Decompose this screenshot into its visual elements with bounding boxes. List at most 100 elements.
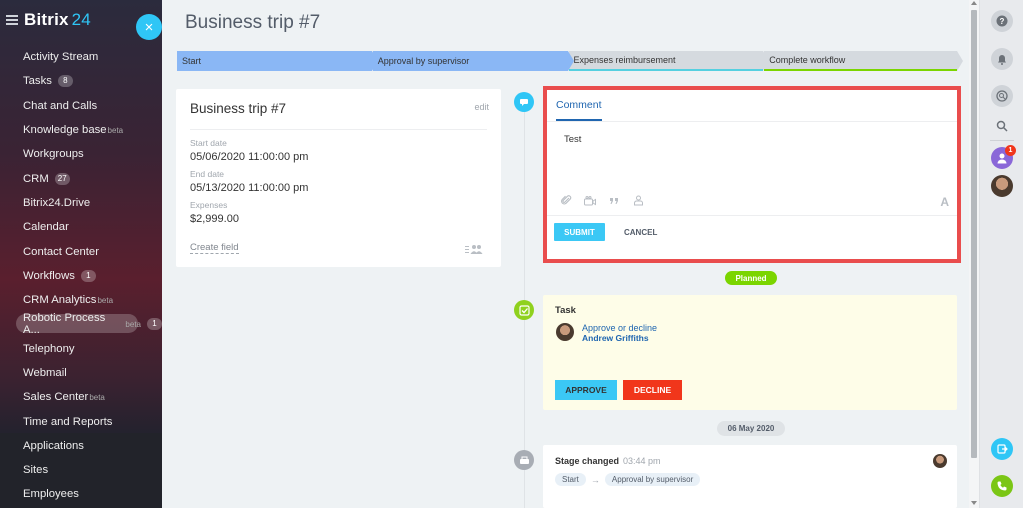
- sidebar-item-label: Knowledge base: [23, 124, 107, 137]
- tab-comment[interactable]: Comment: [556, 90, 602, 121]
- sidebar-item-time-reports[interactable]: Time and Reports: [0, 409, 162, 433]
- scrollbar[interactable]: [969, 0, 979, 508]
- planned-badge: Planned: [725, 271, 777, 285]
- cancel-button[interactable]: CANCEL: [624, 228, 657, 237]
- sidebar-item-chat[interactable]: Chat and Calls: [0, 94, 162, 118]
- sidebar-item-crm-analytics[interactable]: CRM Analytics beta: [0, 288, 162, 312]
- stage-expenses[interactable]: Expenses reimbursement: [568, 51, 769, 71]
- sidebar-item-label: Telephony: [23, 342, 75, 355]
- sidebar-menu: Activity Stream Tasks 8 Chat and Calls Kn…: [0, 45, 162, 507]
- phone-icon[interactable]: [991, 475, 1013, 497]
- sidebar-item-label: Time and Reports: [23, 415, 113, 428]
- check-icon: [514, 300, 534, 320]
- sidebar-item-label: Webmail: [23, 367, 67, 379]
- edit-link[interactable]: edit: [474, 102, 489, 112]
- sidebar-item-drive[interactable]: Bitrix24.Drive: [0, 191, 162, 215]
- users-icon[interactable]: [465, 244, 483, 254]
- stage-start[interactable]: Start: [177, 51, 378, 71]
- sidebar-item-label: CRM Analytics: [23, 294, 97, 307]
- mention-icon[interactable]: [632, 195, 644, 207]
- sidebar-item-robotic-process[interactable]: Robotic Process A... beta 1: [0, 312, 162, 336]
- field-label: Expenses: [190, 200, 228, 210]
- beta-label: beta: [107, 125, 124, 135]
- stage-icon: [514, 450, 534, 470]
- sidebar-item-label: Activity Stream: [23, 51, 99, 64]
- sidebar-item-workgroups[interactable]: Workgroups: [0, 142, 162, 166]
- share-icon[interactable]: [991, 438, 1013, 460]
- menu-icon[interactable]: [6, 15, 18, 25]
- scroll-down-arrow-icon[interactable]: [971, 501, 977, 505]
- divider: [190, 129, 487, 130]
- stage-complete[interactable]: Complete workflow: [764, 51, 963, 71]
- details-card: Business trip #7 edit Start date 05/06/2…: [176, 89, 501, 267]
- sidebar-item-label: Workflows: [23, 269, 75, 282]
- beta-label: beta: [89, 392, 105, 402]
- sidebar-item-activity-stream[interactable]: Activity Stream: [0, 45, 162, 69]
- sidebar-item-tasks[interactable]: Tasks 8: [0, 69, 162, 93]
- sidebar-item-workflows[interactable]: Workflows 1: [0, 264, 162, 288]
- sidebar-item-applications[interactable]: Applications: [0, 434, 162, 458]
- attach-icon[interactable]: [560, 195, 572, 207]
- sidebar-item-crm[interactable]: CRM 27: [0, 166, 162, 190]
- beta-label: beta: [125, 319, 141, 329]
- sidebar-item-sites[interactable]: Sites: [0, 458, 162, 482]
- sidebar-item-label: Contact Center: [23, 245, 99, 258]
- close-icon[interactable]: ×: [136, 14, 162, 40]
- assignee-name[interactable]: Andrew Griffiths: [582, 333, 649, 343]
- sidebar-item-employees[interactable]: Employees: [0, 482, 162, 506]
- beta-label: beta: [97, 295, 114, 305]
- quote-icon[interactable]: [608, 195, 620, 207]
- task-link[interactable]: Approve or decline: [582, 323, 657, 333]
- right-toolbar: ? 1: [979, 0, 1023, 508]
- scroll-up-arrow-icon[interactable]: [971, 1, 977, 5]
- comment-textarea[interactable]: Test: [547, 122, 957, 186]
- logo[interactable]: Bitrix 24: [24, 10, 91, 30]
- counter-badge: 1: [147, 318, 162, 331]
- formatting-icon[interactable]: A: [940, 195, 949, 209]
- sidebar-item-sales-center[interactable]: Sales Center beta: [0, 385, 162, 409]
- field-value: $2,999.00: [190, 213, 239, 225]
- approve-button[interactable]: APPROVE: [555, 380, 617, 400]
- avatar[interactable]: [991, 175, 1013, 197]
- sidebar-item-label: Employees: [23, 488, 79, 501]
- submit-button[interactable]: SUBMIT: [554, 223, 605, 241]
- stage-change-label: Stage changed: [555, 456, 620, 466]
- counter-badge: 27: [54, 172, 70, 185]
- chat-search-icon[interactable]: [991, 85, 1013, 107]
- avatar[interactable]: [556, 323, 574, 341]
- sidebar-item-label: Chat and Calls: [23, 99, 98, 112]
- divider: [990, 140, 1014, 141]
- stage-transition: Start → Approval by supervisor: [555, 473, 701, 486]
- video-icon[interactable]: [584, 195, 596, 207]
- scroll-thumb[interactable]: [971, 10, 977, 458]
- stage-label: Start: [182, 56, 202, 66]
- stage-change-card: Stage changed 03:44 pm Start → Approval b…: [543, 445, 957, 508]
- create-field-link[interactable]: Create field: [190, 242, 239, 254]
- date-badge: 06 May 2020: [717, 421, 785, 436]
- decline-button[interactable]: DECLINE: [623, 380, 682, 400]
- sidebar-item-contact-center[interactable]: Contact Center: [0, 239, 162, 263]
- close-symbol: ×: [144, 18, 154, 36]
- bell-icon[interactable]: [991, 48, 1013, 70]
- avatar[interactable]: [933, 454, 947, 468]
- stage-label: Approval by supervisor: [377, 56, 470, 66]
- svg-text:?: ?: [1000, 17, 1005, 26]
- search-icon[interactable]: [991, 115, 1013, 137]
- arrow-icon: →: [590, 474, 600, 485]
- sidebar-item-telephony[interactable]: Telephony: [0, 337, 162, 361]
- comment-actions: SUBMIT CANCEL: [547, 216, 957, 241]
- sidebar-item-knowledge-base[interactable]: Knowledge base beta: [0, 118, 162, 142]
- page-title: Business trip #7: [185, 12, 321, 33]
- sidebar-item-webmail[interactable]: Webmail: [0, 361, 162, 385]
- main-content: Business trip #7 Start Approval by super…: [162, 0, 969, 508]
- stage-change-title: Stage changed 03:44 pm: [555, 456, 661, 466]
- help-icon[interactable]: ?: [991, 10, 1013, 32]
- field-value: 05/13/2020 11:00:00 pm: [190, 182, 309, 194]
- workflow-stages: Start Approval by supervisor Expenses re…: [177, 51, 963, 71]
- logo-name: Bitrix: [24, 10, 69, 29]
- sidebar-item-calendar[interactable]: Calendar: [0, 215, 162, 239]
- stage-approval[interactable]: Approval by supervisor: [372, 51, 574, 71]
- stage-label: Complete workflow: [769, 55, 846, 65]
- counter-badge: 1: [80, 269, 96, 282]
- comment-toolbar: A: [547, 186, 957, 216]
